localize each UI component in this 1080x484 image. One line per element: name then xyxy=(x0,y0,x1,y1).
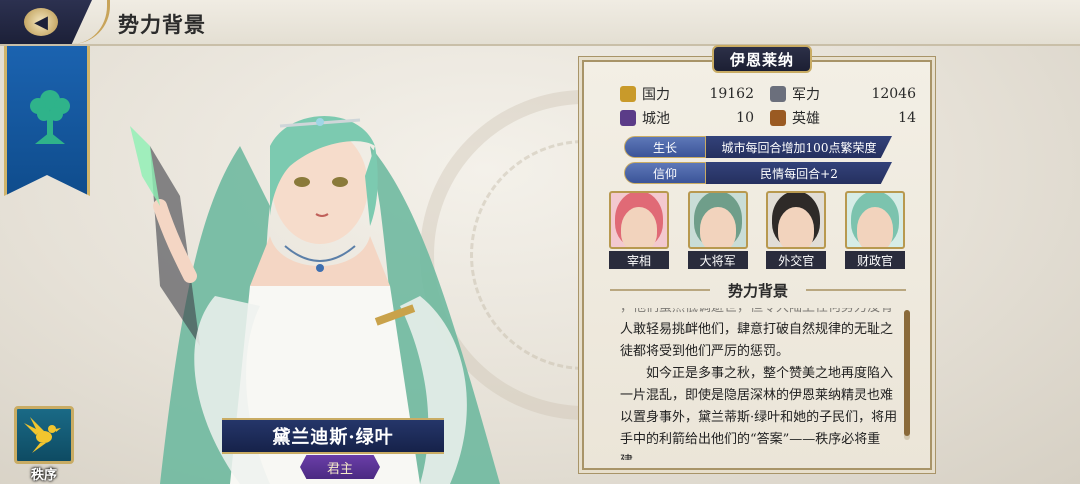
character-title-badge: 君主 xyxy=(300,455,380,479)
background-section-heading: 势力背景 xyxy=(596,276,920,304)
trait-value: 城市每回合增加100点繁荣度 xyxy=(706,136,892,158)
stat-cities: 城池 10 xyxy=(620,108,754,128)
officer-list: 宰相 大将军 外交官 财政官 xyxy=(609,191,905,269)
tree-emblem-icon xyxy=(30,90,70,144)
military-icon xyxy=(770,86,786,102)
character-nameplate: 黛兰迪斯·绿叶 xyxy=(222,418,444,454)
officer-diplomat[interactable]: 外交官 xyxy=(766,191,827,269)
stat-heroes: 英雄 14 xyxy=(770,108,916,128)
story-lead-line: ，他们虽然低调避世，但令大陆上任何势力没有 xyxy=(620,308,902,319)
faction-name: 伊恩莱纳 xyxy=(729,50,794,69)
character-name: 黛兰迪斯·绿叶 xyxy=(272,427,394,448)
city-icon xyxy=(620,110,636,126)
trait-faith[interactable]: 信仰 民情每回合+2 xyxy=(624,162,892,184)
trait-growth[interactable]: 生长 城市每回合增加100点繁荣度 xyxy=(624,136,892,158)
power-icon xyxy=(620,86,636,102)
officer-general[interactable]: 大将军 xyxy=(687,191,748,269)
page-title: 势力背景 xyxy=(118,12,206,37)
officer-chancellor[interactable]: 宰相 xyxy=(609,191,669,269)
trait-key: 信仰 xyxy=(624,162,706,184)
officer-treasurer[interactable]: 财政官 xyxy=(844,191,905,269)
story-paragraph-2: 如今正是多事之秋，整个赞美之地再度陷入一片混乱，即使是隐居深林的伊恩莱纳精灵也难… xyxy=(620,366,898,460)
back-arrow-icon[interactable]: ◀ xyxy=(24,8,58,36)
hero-icon xyxy=(770,110,786,126)
officer-portrait xyxy=(609,191,669,249)
background-story-text[interactable]: ，他们虽然低调避世，但令大陆上任何势力没有 人敢轻易挑衅他们，肆意打破自然规律的… xyxy=(620,308,902,460)
officer-portrait xyxy=(766,191,827,249)
stat-national-power: 国力 19162 xyxy=(620,84,754,104)
officer-portrait xyxy=(687,191,748,249)
order-button[interactable] xyxy=(14,406,74,464)
character-title: 君主 xyxy=(326,461,353,477)
order-label: 秩序 xyxy=(30,468,57,483)
officer-portrait xyxy=(844,191,905,249)
faction-name-plate: 伊恩莱纳 xyxy=(712,45,812,73)
trait-value: 民情每回合+2 xyxy=(706,162,892,184)
back-button-ornament xyxy=(72,0,110,44)
faction-stats: 国力 19162 军力 12046 城池 10 英雄 14 xyxy=(620,82,916,130)
story-scrollbar[interactable] xyxy=(904,310,910,440)
top-bar: ◀ 势力背景 xyxy=(0,0,1080,46)
trait-key: 生长 xyxy=(624,136,706,158)
story-scrollbar-thumb[interactable] xyxy=(904,310,910,436)
story-paragraph-1: 人敢轻易挑衅他们，肆意打破自然规律的无耻之徒都将受到他们严厉的惩罚。 xyxy=(620,322,894,359)
bird-emblem-icon xyxy=(24,417,61,453)
stat-military: 军力 12046 xyxy=(770,84,916,104)
faction-banner xyxy=(4,46,90,196)
